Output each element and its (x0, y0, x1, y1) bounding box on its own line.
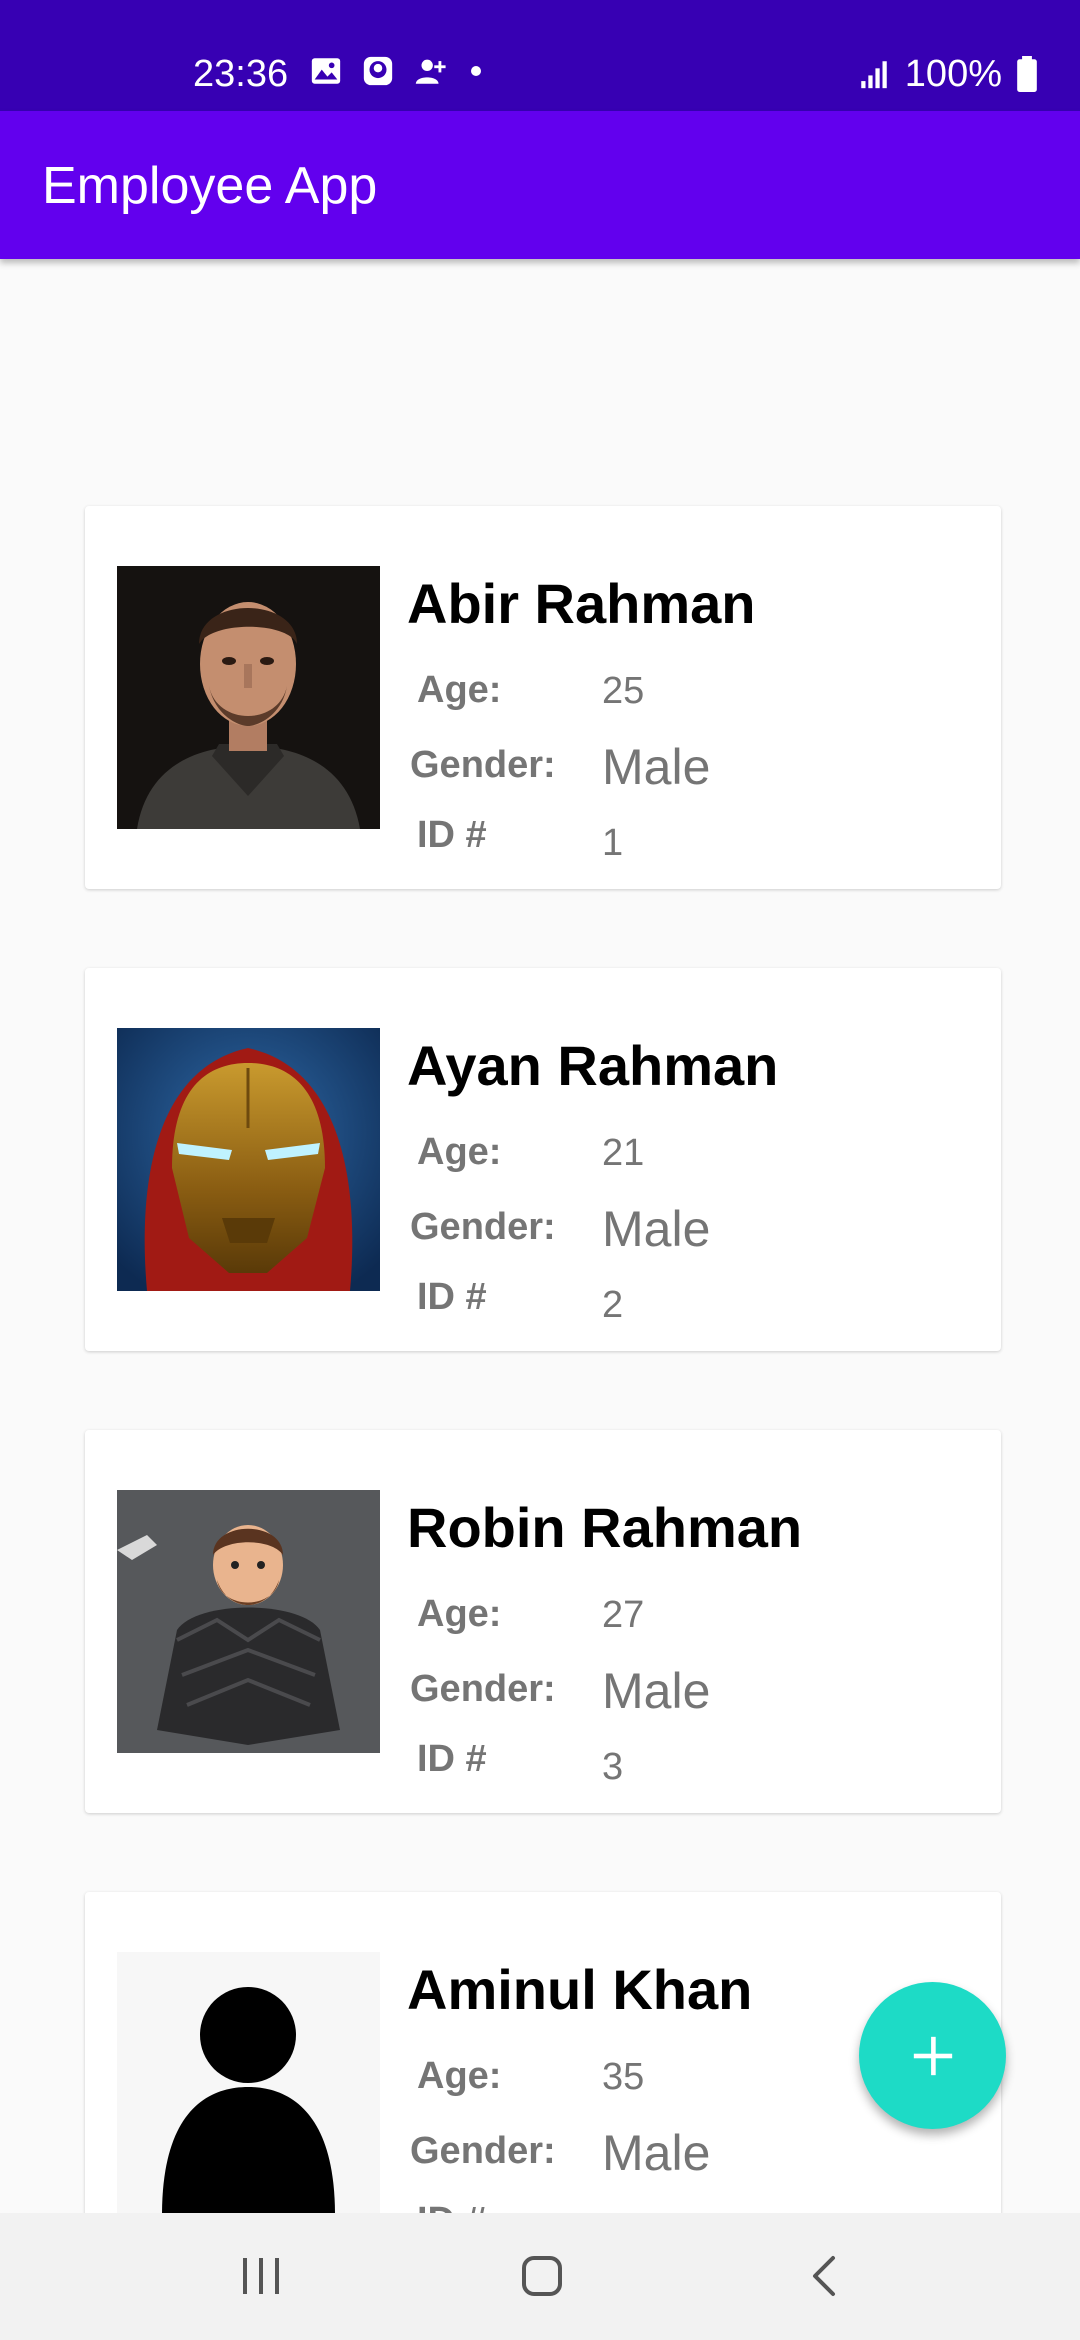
home-button[interactable] (512, 2251, 572, 2301)
id-value: 3 (602, 1746, 624, 1788)
employee-name: Aminul Khan (407, 1958, 753, 2021)
app-title: Employee App (42, 157, 378, 215)
notification-icons (309, 54, 481, 88)
age-value: 35 (602, 2056, 645, 2098)
age-value: 27 (602, 1594, 645, 1636)
employee-photo (117, 1952, 380, 2213)
employee-card[interactable]: Abir Rahman Age: 25 Gender: Male ID # 1 (85, 506, 1001, 889)
gender-label: Gender: (410, 1206, 556, 1248)
employee-photo (117, 1490, 380, 1753)
id-label: ID # (417, 2199, 487, 2213)
battery-level: 100% (904, 53, 1002, 95)
dot-icon (471, 66, 481, 76)
age-label: Age: (417, 669, 502, 711)
employee-photo (117, 566, 380, 829)
status-time: 23:36 (193, 53, 289, 95)
employee-name: Robin Rahman (407, 1496, 803, 1559)
app-notification-icon (363, 56, 393, 86)
app-bar: Employee App (0, 111, 1080, 259)
home-icon (522, 2256, 562, 2296)
gender-value: Male (602, 1663, 711, 1719)
gender-label: Gender: (410, 1668, 556, 1710)
age-label: Age: (417, 2055, 502, 2097)
status-bar: 23:36 100% (0, 0, 1080, 111)
gender-value: Male (602, 2125, 711, 2181)
signal-icon (861, 61, 887, 89)
recent-apps-button[interactable] (231, 2251, 291, 2301)
gender-label: Gender: (410, 744, 556, 786)
navigation-bar (0, 2213, 1080, 2340)
id-value: 2 (602, 1284, 624, 1326)
battery-icon (1017, 56, 1037, 92)
plus-icon (913, 2036, 952, 2075)
employee-name: Ayan Rahman (407, 1034, 779, 1097)
employee-photo (117, 1028, 380, 1291)
age-value: 25 (602, 670, 645, 712)
employee-list[interactable]: Abir Rahman Age: 25 Gender: Male ID # 1 (0, 259, 1080, 2213)
id-label: ID # (417, 814, 487, 856)
employee-card[interactable]: Ayan Rahman Age: 21 Gender: Male ID # 2 (85, 968, 1001, 1351)
back-icon (813, 2256, 835, 2296)
id-value: 4 (602, 2204, 623, 2213)
employee-card[interactable]: Robin Rahman Age: 27 Gender: Male ID # 3 (85, 1430, 1001, 1813)
gender-label: Gender: (410, 2130, 556, 2172)
age-value: 21 (602, 1132, 645, 1174)
status-right: 100% (857, 50, 1038, 98)
age-label: Age: (417, 1593, 502, 1635)
id-label: ID # (417, 1738, 487, 1780)
age-label: Age: (417, 1131, 502, 1173)
add-contact-icon (415, 59, 446, 84)
gender-value: Male (602, 1201, 711, 1257)
id-value: 1 (602, 822, 624, 864)
gender-value: Male (602, 739, 711, 795)
add-employee-button[interactable] (859, 1982, 1006, 2129)
back-button[interactable] (794, 2251, 854, 2301)
employee-name: Abir Rahman (407, 572, 756, 635)
image-icon (311, 58, 341, 84)
recent-apps-icon (243, 2258, 279, 2294)
id-label: ID # (417, 1276, 487, 1318)
